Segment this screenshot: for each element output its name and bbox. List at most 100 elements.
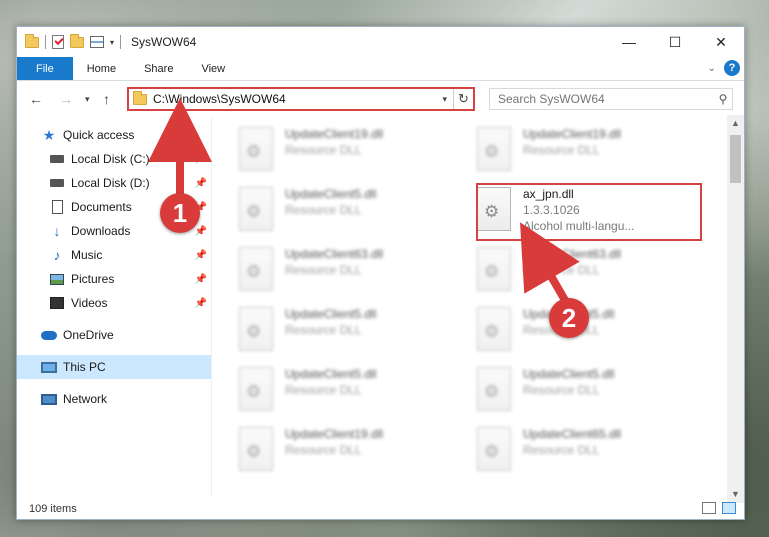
- item-count: 109 items: [29, 503, 77, 515]
- minimize-button[interactable]: —: [606, 27, 652, 57]
- recent-locations-chevron-icon[interactable]: ▾: [85, 94, 90, 105]
- up-arrow-icon[interactable]: ↑: [103, 91, 110, 107]
- list-item[interactable]: UpdateClient63.dll Resource DLL: [239, 243, 469, 299]
- toolbar-separator: [120, 35, 122, 49]
- address-bar[interactable]: C:\Windows\SysWOW64 ▾ ↻: [127, 87, 475, 111]
- file-name: UpdateClient5.dll: [285, 307, 377, 321]
- close-button[interactable]: ✕: [698, 27, 744, 57]
- expand-ribbon-chevron-icon[interactable]: ⌄: [708, 63, 716, 74]
- pin-icon[interactable]: 📌: [195, 250, 207, 261]
- quick-access-toolbar: ▾: [17, 33, 122, 49]
- tab-view[interactable]: View: [187, 57, 239, 80]
- tab-home[interactable]: Home: [73, 57, 130, 80]
- sidebar-item-label: Local Disk (C:): [71, 152, 150, 166]
- file-name: UpdateClient19.dll: [285, 127, 384, 141]
- network-icon: [41, 392, 57, 406]
- dll-file-icon: [239, 127, 273, 171]
- toolbar-separator: [45, 35, 46, 49]
- sidebar-item-network[interactable]: Network: [17, 387, 211, 411]
- folder-icon: [133, 90, 147, 105]
- folder-icon[interactable]: [25, 33, 39, 48]
- address-dropdown-chevron-icon[interactable]: ▾: [442, 94, 447, 105]
- sidebar-item-label: Quick access: [63, 128, 135, 142]
- file-description: Resource DLL: [285, 263, 362, 277]
- address-path[interactable]: C:\Windows\SysWOW64: [153, 92, 442, 106]
- properties-icon[interactable]: [90, 36, 104, 48]
- list-item[interactable]: UpdateClient65.dll Resource DLL: [477, 423, 707, 479]
- address-row: ← → ▾ ↑ C:\Windows\SysWOW64 ▾ ↻ ⚲: [17, 83, 744, 115]
- drive-icon: [49, 152, 65, 166]
- file-list: UpdateClient19.dll Resource DLL UpdateCli…: [219, 119, 729, 503]
- pin-icon[interactable]: 📌: [195, 178, 207, 189]
- customize-toolbar-chevron-icon[interactable]: ▾: [110, 38, 114, 47]
- annotation-callout-2: 2: [549, 298, 589, 338]
- sidebar-item-this-pc[interactable]: This PC: [17, 355, 211, 379]
- properties-check-icon[interactable]: [52, 35, 64, 49]
- file-description: Resource DLL: [285, 203, 362, 217]
- vertical-scrollbar[interactable]: ▲ ▼: [727, 115, 744, 503]
- sidebar-item-quick-access[interactable]: ★ Quick access: [17, 123, 211, 147]
- computer-icon: [41, 360, 57, 374]
- ribbon-tabs: File Home Share View ⌄ ?: [17, 57, 744, 81]
- file-name: UpdateClient19.dll: [285, 427, 384, 441]
- file-name: UpdateClient5.dll: [285, 187, 377, 201]
- file-name: UpdateClient65.dll: [523, 427, 622, 441]
- pin-icon[interactable]: 📌: [195, 274, 207, 285]
- sidebar-item-label: Network: [63, 392, 108, 406]
- sidebar-item-label: Local Disk (D:): [71, 176, 150, 190]
- details-view-icon[interactable]: [702, 502, 716, 514]
- forward-arrow-icon[interactable]: →: [59, 91, 73, 107]
- list-item[interactable]: UpdateClient5.dllResource DLL: [477, 303, 707, 359]
- video-icon: [49, 296, 65, 310]
- sidebar-item-local-disk-d[interactable]: Local Disk (D:) 📌: [17, 171, 211, 195]
- list-item[interactable]: UpdateClient5.dll Resource DLL: [239, 183, 469, 239]
- list-item[interactable]: UpdateClient19.dll Resource DLL: [239, 423, 469, 479]
- list-item[interactable]: UpdateClient63.dll Resource DLL: [477, 243, 707, 299]
- search-input[interactable]: [498, 92, 714, 106]
- list-item[interactable]: UpdateClient19.dll Resource DLL: [477, 123, 707, 179]
- dll-file-icon: [239, 367, 273, 411]
- list-item[interactable]: UpdateClient5.dllResource DLL: [239, 363, 469, 419]
- list-item[interactable]: UpdateClient19.dll Resource DLL: [239, 123, 469, 179]
- music-icon: ♪: [53, 247, 61, 263]
- window-title: SysWOW64: [131, 35, 197, 49]
- back-arrow-icon[interactable]: ←: [29, 91, 43, 107]
- scroll-up-arrow-icon[interactable]: ▲: [727, 115, 744, 132]
- sidebar-item-local-disk-c[interactable]: Local Disk (C:) 📌: [17, 147, 211, 171]
- status-bar: 109 items: [17, 499, 744, 519]
- pin-icon[interactable]: 📌: [195, 154, 207, 165]
- document-icon: [49, 200, 65, 214]
- sidebar-item-music[interactable]: ♪ Music 📌: [17, 243, 211, 267]
- maximize-button[interactable]: ☐: [652, 27, 698, 57]
- file-name: UpdateClient19.dll: [523, 127, 622, 141]
- file-name: UpdateClient63.dll: [285, 247, 384, 261]
- dll-file-icon: [477, 427, 511, 471]
- pin-icon[interactable]: 📌: [195, 298, 207, 309]
- file-description: Resource DLL: [523, 383, 600, 397]
- annotation-callout-1: 1: [160, 193, 200, 233]
- file-description: Resource DLL: [523, 143, 600, 157]
- pin-icon[interactable]: 📌: [195, 226, 207, 237]
- search-icon[interactable]: ⚲: [714, 92, 732, 106]
- help-icon[interactable]: ?: [724, 60, 740, 76]
- tab-share[interactable]: Share: [130, 57, 187, 80]
- scroll-thumb[interactable]: [730, 135, 741, 183]
- pane-divider: [211, 117, 212, 497]
- sidebar-item-label: Videos: [71, 296, 108, 310]
- list-item[interactable]: UpdateClient5.dllResource DLL: [477, 363, 707, 419]
- search-box[interactable]: ⚲: [489, 88, 733, 110]
- sidebar-item-onedrive[interactable]: OneDrive: [17, 323, 211, 347]
- file-description: Resource DLL: [285, 323, 362, 337]
- dll-file-icon: [477, 307, 511, 351]
- tiles-view-icon[interactable]: [722, 502, 736, 514]
- refresh-icon[interactable]: ↻: [453, 89, 473, 109]
- navigation-pane: ★ Quick access Local Disk (C:) 📌 Local D…: [17, 123, 211, 503]
- file-description: Resource DLL: [523, 263, 600, 277]
- sidebar-item-videos[interactable]: Videos 📌: [17, 291, 211, 315]
- list-item[interactable]: UpdateClient5.dll Resource DLL: [239, 303, 469, 359]
- annotation-highlight-box: [476, 183, 702, 241]
- tab-file[interactable]: File: [17, 57, 73, 80]
- dll-file-icon: [239, 307, 273, 351]
- sidebar-item-pictures[interactable]: Pictures 📌: [17, 267, 211, 291]
- new-folder-icon[interactable]: [70, 33, 84, 48]
